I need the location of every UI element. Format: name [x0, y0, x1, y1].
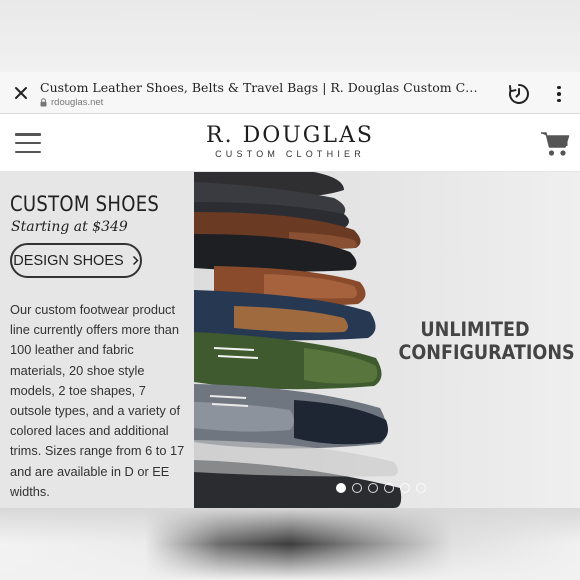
hero-overlay-text: UNLIMITED CONFIGURATIONS	[398, 318, 575, 364]
hero-image: UNLIMITED CONFIGURATIONS	[194, 172, 580, 508]
chevron-right-icon	[132, 255, 139, 266]
logo-subtitle: CUSTOM CLOTHIER	[215, 149, 365, 159]
url-display[interactable]: rdouglas.net	[40, 97, 103, 108]
carousel-dot[interactable]	[368, 483, 378, 493]
more-options-button[interactable]	[550, 82, 568, 106]
hero-price: Starting at $349	[11, 219, 128, 235]
page-title: Custom Leather Shoes, Belts & Travel Bag…	[40, 80, 480, 95]
cart-button[interactable]	[540, 130, 570, 158]
hero-description: Our custom footwear product line current…	[10, 302, 185, 499]
hamburger-menu-button[interactable]	[15, 133, 41, 153]
cart-icon	[541, 132, 570, 156]
carousel-dot[interactable]	[384, 483, 394, 493]
bottom-background	[0, 508, 580, 580]
close-icon	[15, 87, 27, 99]
hamburger-icon-line	[15, 150, 41, 153]
design-shoes-label: DESIGN SHOES	[13, 252, 124, 269]
hamburger-icon-line	[15, 141, 41, 145]
overlay-line-2: CONFIGURATIONS	[398, 341, 575, 364]
site-header: R. DOUGLAS CUSTOM CLOTHIER	[0, 114, 580, 172]
more-vert-icon-dot	[557, 92, 561, 96]
carousel-dot[interactable]	[336, 483, 346, 493]
more-vert-icon-dot	[557, 98, 561, 103]
overlay-line-1: UNLIMITED	[420, 318, 530, 341]
carousel-dot[interactable]	[400, 483, 410, 493]
carousel-indicators	[336, 483, 426, 493]
url-text: rdouglas.net	[51, 97, 104, 108]
site-logo[interactable]: R. DOUGLAS CUSTOM CLOTHIER	[190, 123, 390, 160]
more-vert-icon	[557, 85, 561, 90]
history-button[interactable]	[507, 82, 531, 106]
browser-toolbar: Custom Leather Shoes, Belts & Travel Bag…	[0, 72, 580, 114]
logo-name: R. DOUGLAS	[206, 123, 374, 148]
hamburger-icon	[15, 133, 41, 136]
hero-text-panel: CUSTOM SHOES Starting at $349 DESIGN SHO…	[0, 172, 194, 508]
design-shoes-button[interactable]: DESIGN SHOES	[10, 243, 142, 278]
carousel-dot[interactable]	[352, 483, 362, 493]
lock-icon	[40, 98, 47, 107]
history-icon	[509, 84, 529, 104]
carousel-dot[interactable]	[416, 483, 426, 493]
hero-heading: CUSTOM SHOES	[10, 192, 160, 216]
top-background	[0, 0, 580, 72]
close-button[interactable]	[10, 82, 32, 104]
